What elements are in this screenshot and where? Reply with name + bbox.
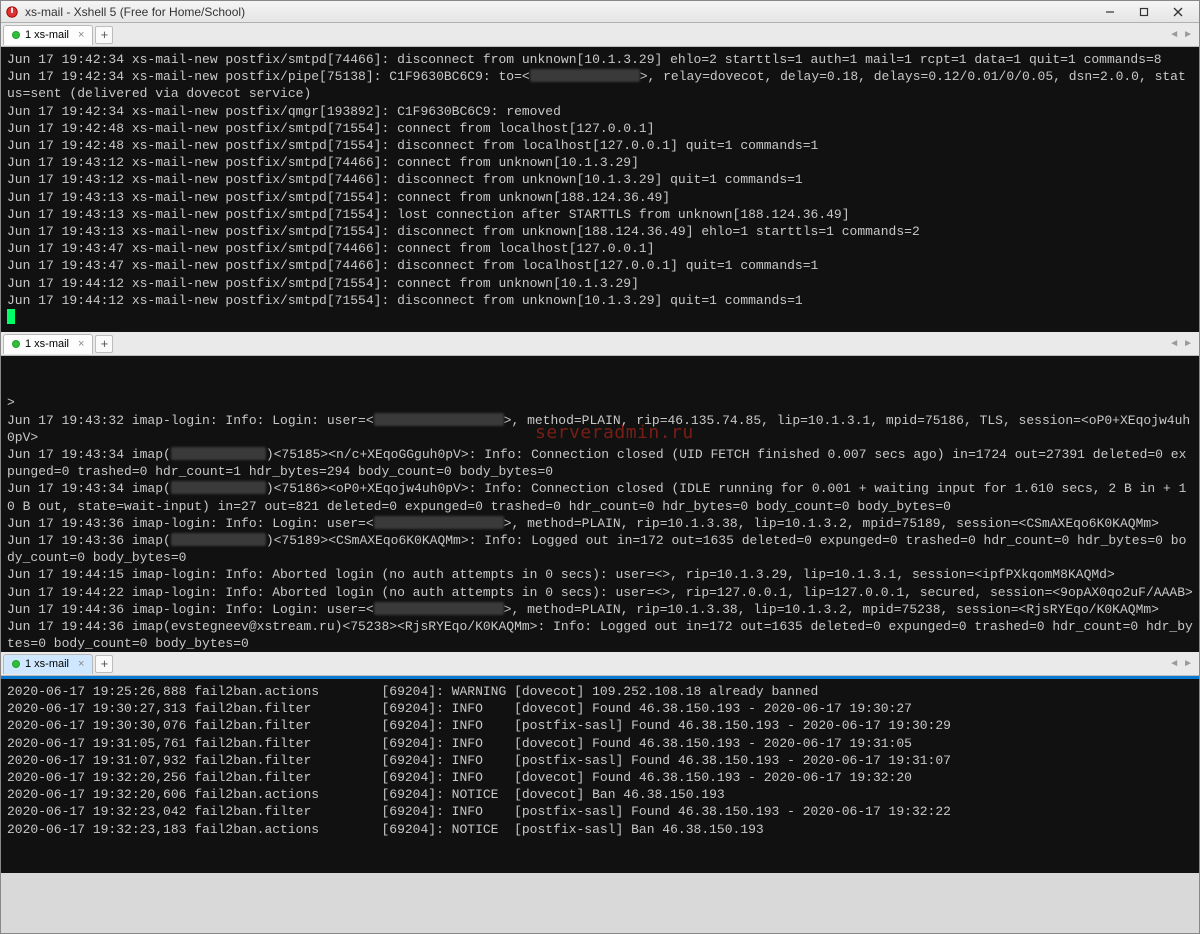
app-icon <box>5 5 19 19</box>
new-tab-button[interactable]: + <box>95 335 113 353</box>
tab-close-icon[interactable]: × <box>78 338 84 350</box>
tab-scroll-arrows: ◄ ► <box>1169 29 1197 40</box>
new-tab-button[interactable]: + <box>95 655 113 673</box>
tab-scroll-arrows: ◄ ► <box>1169 658 1197 669</box>
maximize-button[interactable] <box>1127 2 1161 22</box>
terminal-pane-1[interactable]: Jun 17 19:42:34 xs-mail-new postfix/smtp… <box>1 47 1199 332</box>
tab-xs-mail-3[interactable]: 1 xs-mail × <box>3 654 93 674</box>
tab-bar-pane3: 1 xs-mail × + ◄ ► <box>1 652 1199 676</box>
minimize-button[interactable] <box>1093 2 1127 22</box>
status-dot-icon <box>12 31 20 39</box>
tab-scroll-right-icon[interactable]: ► <box>1183 658 1193 669</box>
title-bar: xs-mail - Xshell 5 (Free for Home/School… <box>1 1 1199 23</box>
tab-label: 1 xs-mail <box>25 338 69 350</box>
status-dot-icon <box>12 660 20 668</box>
tab-scroll-arrows: ◄ ► <box>1169 338 1197 349</box>
tab-label: 1 xs-mail <box>25 29 69 41</box>
terminal-pane-2[interactable]: serveradmin.ru >Jun 17 19:43:32 imap-log… <box>1 356 1199 652</box>
status-dot-icon <box>12 340 20 348</box>
tab-xs-mail-1[interactable]: 1 xs-mail × <box>3 25 93 45</box>
tab-close-icon[interactable]: × <box>78 29 84 41</box>
tab-label: 1 xs-mail <box>25 658 69 670</box>
window-title: xs-mail - Xshell 5 (Free for Home/School… <box>25 5 1093 19</box>
close-button[interactable] <box>1161 2 1195 22</box>
tab-close-icon[interactable]: × <box>78 658 84 670</box>
tab-scroll-left-icon[interactable]: ◄ <box>1169 29 1179 40</box>
tab-scroll-right-icon[interactable]: ► <box>1183 29 1193 40</box>
tab-xs-mail-2[interactable]: 1 xs-mail × <box>3 334 93 354</box>
tab-bar-pane2: 1 xs-mail × + ◄ ► <box>1 332 1199 356</box>
tab-scroll-left-icon[interactable]: ◄ <box>1169 338 1179 349</box>
tab-scroll-left-icon[interactable]: ◄ <box>1169 658 1179 669</box>
window-controls <box>1093 2 1195 22</box>
terminal-pane-3[interactable]: 2020-06-17 19:25:26,888 fail2ban.actions… <box>1 679 1199 873</box>
tab-scroll-right-icon[interactable]: ► <box>1183 338 1193 349</box>
tab-bar-pane1: 1 xs-mail × + ◄ ► <box>1 23 1199 47</box>
new-tab-button[interactable]: + <box>95 26 113 44</box>
